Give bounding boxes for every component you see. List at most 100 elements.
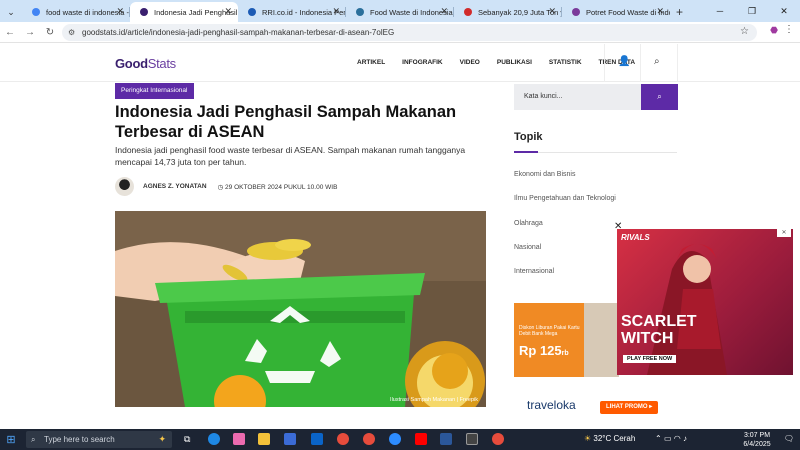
ad-amount-value: Rp 125: [519, 343, 562, 358]
tab-close-icon[interactable]: ✕: [332, 6, 340, 17]
ad-amount-suffix: rb: [561, 350, 569, 357]
browser-tab-4[interactable]: Food Waste di Indonesia C ✕: [346, 2, 454, 22]
copilot-icon[interactable]: [233, 433, 245, 445]
nav-video[interactable]: VIDEO: [460, 59, 480, 66]
notification-icon[interactable]: 🗨: [784, 434, 794, 443]
nav-infografik[interactable]: INFOGRAFIK: [402, 59, 442, 66]
tab-search-icon[interactable]: ⌄: [0, 2, 22, 22]
minimize-icon[interactable]: ─: [704, 0, 736, 22]
browser-tab-3[interactable]: RRI.co.id - Indonesia Peng ✕: [238, 2, 346, 22]
topik-item[interactable]: Internasional: [514, 268, 554, 275]
browser-toolbar: ← → ↻ ⚙ goodstats.id/article/indonesia-j…: [0, 22, 800, 43]
sidebar-search-input[interactable]: Kata kunci...: [514, 84, 641, 110]
outlook-icon[interactable]: [311, 433, 323, 445]
publish-date: ◷ 29 OKTOBER 2024 PUKUL 10.00 WIB: [218, 183, 338, 191]
back-arrow-icon[interactable]: ←: [0, 27, 20, 38]
windows-start-icon[interactable]: ⊞: [0, 433, 22, 446]
search-icon: ⌕: [31, 435, 36, 444]
rivals-logo: RIVALS: [621, 233, 650, 242]
time-text: 3:07 PM: [743, 432, 771, 439]
date-text: 6/4/2025: [743, 441, 771, 448]
scarlet-witch-art: [647, 244, 727, 375]
chrome-active-icon[interactable]: [466, 433, 478, 445]
volume-icon: ♪: [682, 434, 687, 443]
maximize-icon[interactable]: ❐: [736, 0, 768, 22]
sidebar-search-button[interactable]: ⌕: [641, 84, 678, 110]
header-divider: [640, 44, 641, 82]
wifi-icon: ◠: [673, 434, 681, 443]
temperature: 32°C: [593, 434, 612, 443]
browser-tab-2-active[interactable]: Indonesia Jadi Penghasil S ✕: [130, 2, 238, 22]
topik-divider: [514, 152, 677, 153]
main-nav: ARTIKEL INFOGRAFIK VIDEO PUBLIKASI STATI…: [357, 59, 635, 66]
word-icon[interactable]: [440, 433, 452, 445]
browser-menu-icon[interactable]: ⋮: [784, 24, 794, 35]
topik-item[interactable]: Ilmu Pengetahuan dan Teknologi: [514, 195, 616, 202]
site-info-icon[interactable]: ⚙: [68, 28, 75, 37]
logo-good-text: Good: [115, 56, 148, 71]
taskbar-clock[interactable]: 3:07 PM 6/4/2025: [740, 431, 774, 449]
file-explorer-icon[interactable]: [258, 433, 270, 445]
taskbar-search-placeholder: Type here to search: [44, 435, 115, 444]
user-icon[interactable]: 👤: [618, 56, 630, 67]
publish-date-text: 29 OKTOBER 2024 PUKUL 10.00 WIB: [225, 183, 338, 191]
browser-tab-5[interactable]: Sebanyak 20,9 Juta Ton ya ✕: [454, 2, 562, 22]
tab-close-icon[interactable]: ✕: [116, 6, 124, 17]
header-divider: [677, 44, 678, 82]
clock-icon: ◷: [217, 183, 226, 191]
lihat-promo-button[interactable]: LIHAT PROMO ▸: [600, 401, 659, 414]
extension-icon[interactable]: ⬣: [770, 25, 778, 36]
bank-mega-ad[interactable]: Diskon Liburan Pakai Kartu Debit Bank Me…: [514, 303, 619, 377]
tab-close-icon[interactable]: ✕: [656, 6, 664, 17]
forward-arrow-icon[interactable]: →: [20, 27, 40, 38]
tab-close-icon[interactable]: ✕: [548, 6, 556, 17]
address-bar[interactable]: ⚙ goodstats.id/article/indonesia-jadi-pe…: [62, 24, 757, 41]
ad-panel: [514, 303, 584, 377]
edge-icon[interactable]: [208, 433, 220, 445]
site-favicon-icon: [356, 8, 364, 16]
topik-item[interactable]: Ekonomi dan Bisnis: [514, 171, 575, 178]
copilot-spark-icon: ✦: [158, 434, 166, 444]
site-favicon-icon: [464, 8, 472, 16]
ad-cta[interactable]: PLAY FREE NOW: [623, 355, 677, 363]
tab-close-icon[interactable]: ✕: [440, 6, 448, 17]
nav-artikel[interactable]: ARTIKEL: [357, 59, 385, 66]
zoom-icon[interactable]: [389, 433, 401, 445]
weather-widget[interactable]: ☀ 32°C Cerah: [584, 434, 635, 443]
search-icon[interactable]: ⌕: [654, 56, 660, 67]
author-name[interactable]: AGNES Z. YONATAN: [143, 183, 207, 190]
article-lead: Indonesia jadi penghasil food waste terb…: [115, 145, 466, 167]
search-icon: ⌕: [657, 92, 662, 101]
ad-photo: [584, 303, 619, 377]
browser-tab-strip: ⌄ food waste di indonesia - ✕ Indonesia …: [0, 0, 800, 22]
browser-tab-1[interactable]: food waste di indonesia - ✕: [22, 2, 130, 22]
new-tab-button[interactable]: +: [676, 2, 683, 22]
youtube-icon[interactable]: [415, 433, 427, 445]
chrome-icon[interactable]: [363, 433, 375, 445]
google-favicon-icon: [32, 8, 40, 16]
nav-statistik[interactable]: STATISTIK: [549, 59, 582, 66]
task-view-icon[interactable]: ⧉: [184, 433, 196, 445]
taskbar-search[interactable]: ⌕ Type here to search ✦: [26, 431, 172, 448]
reload-icon[interactable]: ↻: [40, 27, 60, 38]
window-controls: ─ ❐ ✕: [704, 0, 800, 22]
system-tray[interactable]: ⌃ ▭ ◠ ♪: [655, 434, 687, 443]
close-window-icon[interactable]: ✕: [768, 0, 800, 22]
chrome-icon[interactable]: [337, 433, 349, 445]
chrome-icon[interactable]: [492, 433, 504, 445]
browser-tab-6[interactable]: Potret Food Waste di Indo ✕: [562, 2, 670, 22]
article-hero-image: Ilustrasi Sampah Makanan | Freepik: [115, 211, 486, 407]
bookmark-star-icon[interactable]: ☆: [740, 26, 749, 37]
tab-close-icon[interactable]: ✕: [224, 6, 232, 17]
nav-publikasi[interactable]: PUBLIKASI: [497, 59, 532, 66]
store-icon[interactable]: [284, 433, 296, 445]
chevron-up-icon[interactable]: ⌃: [655, 434, 662, 443]
topik-heading: Topik: [514, 131, 543, 143]
traveloka-logo[interactable]: traveloka: [527, 398, 576, 412]
topik-item[interactable]: Nasional: [514, 244, 541, 251]
scarlet-witch-ad[interactable]: RIVALS SCARLET WITCH PLAY FREE NOW ✕: [617, 229, 793, 375]
goodstats-logo[interactable]: GoodStats: [115, 56, 176, 71]
ad-choices-close-icon[interactable]: ✕: [777, 229, 791, 237]
category-badge[interactable]: Peringkat Internasional: [115, 83, 194, 99]
topik-item[interactable]: Olahraga: [514, 220, 543, 227]
